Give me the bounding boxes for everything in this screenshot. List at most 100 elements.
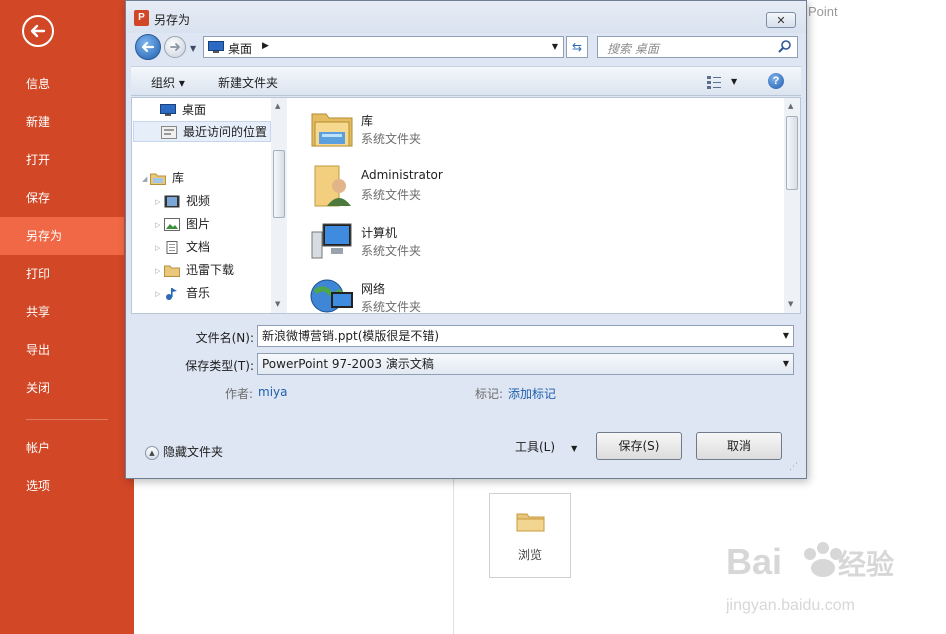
filetype-label: 保存类型(T):: [185, 359, 254, 373]
tools-dropdown-icon: ▼: [571, 444, 578, 453]
close-button[interactable]: ✕: [766, 12, 796, 28]
save-as-dialog: P 另存为 ✕ ▼ 桌面 ▶ ▼ ⇆ 搜索 桌面 组织 ▾ 新建文件夹 ▼ ? …: [125, 0, 807, 479]
back-button[interactable]: [135, 34, 161, 60]
filename-dropdown-icon[interactable]: ▼: [783, 326, 789, 346]
tree-item-desktop[interactable]: 桌面: [160, 100, 272, 121]
address-bar[interactable]: 桌面 ▶ ▼: [203, 36, 564, 58]
cancel-button[interactable]: 取消: [696, 432, 782, 460]
refresh-button[interactable]: ⇆: [566, 36, 588, 58]
tree-item-music[interactable]: 音乐: [164, 283, 210, 304]
breadcrumb-arrow-icon[interactable]: ▶: [262, 41, 269, 51]
tree-item-library[interactable]: 库: [150, 168, 184, 189]
tree-item-pictures[interactable]: 图片: [164, 214, 210, 235]
filetype-select[interactable]: PowerPoint 97-2003 演示文稿 ▼: [257, 353, 794, 375]
dialog-title: 另存为: [154, 13, 191, 27]
file-type: 系统文件夹: [361, 132, 422, 146]
file-item-computer[interactable]: 计算机 系统文件夹: [303, 214, 603, 268]
expand-chevron-icon[interactable]: ▷: [155, 267, 160, 275]
scroll-down-icon[interactable]: ▼: [275, 300, 280, 308]
navigation-tree: 桌面 最近访问的位置 ◢ 库 ▷ 视频 ▷ 图片 ▷ 文档 ▷ 迅雷下载 ▷ 音…: [132, 98, 286, 313]
nav-share[interactable]: 共享: [0, 293, 124, 331]
content-divider: [453, 478, 454, 634]
hide-folders-toggle[interactable]: ▲ 隐藏文件夹: [145, 443, 223, 460]
view-dropdown-icon[interactable]: ▼: [731, 77, 737, 86]
folder-icon: [516, 513, 545, 532]
expand-chevron-icon[interactable]: ◢: [142, 175, 147, 183]
browser-panes: 桌面 最近访问的位置 ◢ 库 ▷ 视频 ▷ 图片 ▷ 文档 ▷ 迅雷下载 ▷ 音…: [131, 97, 801, 314]
tree-scroll-thumb[interactable]: [273, 150, 285, 218]
search-box[interactable]: 搜索 桌面: [597, 36, 798, 58]
tree-item-thunder-downloads[interactable]: 迅雷下载: [164, 260, 234, 281]
filename-value[interactable]: 新浪微博营销.ppt(模版很是不错): [262, 329, 439, 343]
file-name: 计算机: [361, 226, 398, 240]
tree-item-videos[interactable]: 视频: [164, 191, 210, 212]
back-arrow-icon: [141, 41, 155, 53]
file-name: Administrator: [361, 168, 443, 182]
powerpoint-icon: P: [134, 10, 149, 26]
tags-label: 标记:: [475, 387, 504, 401]
desktop-icon: [160, 104, 176, 116]
tags-value[interactable]: 添加标记: [508, 385, 556, 402]
tree-label: 库: [172, 171, 185, 185]
filetype-dropdown-icon[interactable]: ▼: [783, 354, 789, 374]
file-type: 系统文件夹: [361, 188, 422, 202]
expand-chevron-icon[interactable]: ▷: [155, 290, 160, 298]
back-arrow-icon[interactable]: [22, 15, 54, 47]
file-list-scrollbar[interactable]: ▲ ▼: [784, 98, 800, 313]
backstage-sidebar: 信息 新建 打开 保存 另存为 打印 共享 导出 关闭 帐户 选项: [0, 0, 134, 634]
expand-chevron-icon[interactable]: ▷: [155, 244, 160, 252]
filename-field[interactable]: 新浪微博营销.ppt(模版很是不错) ▼: [257, 325, 794, 347]
expand-chevron-icon[interactable]: ▷: [155, 198, 160, 206]
tree-scrollbar[interactable]: ▲ ▼: [271, 98, 287, 313]
address-dropdown-icon[interactable]: ▼: [552, 42, 558, 51]
save-button[interactable]: 保存(S): [596, 432, 682, 460]
nav-save[interactable]: 保存: [0, 179, 124, 217]
tree-label: 文档: [186, 240, 211, 254]
nav-account[interactable]: 帐户: [0, 429, 124, 467]
filetype-value[interactable]: PowerPoint 97-2003 演示文稿: [262, 357, 434, 371]
help-icon[interactable]: ?: [768, 73, 784, 89]
tree-item-recent-places[interactable]: 最近访问的位置: [133, 121, 271, 142]
file-name: 网络: [361, 282, 386, 296]
computer-icon: [311, 223, 352, 259]
scroll-down-icon[interactable]: ▼: [788, 300, 793, 308]
forward-button[interactable]: [164, 36, 186, 58]
file-type: 系统文件夹: [361, 244, 422, 258]
nav-save-as[interactable]: 另存为: [0, 217, 124, 255]
music-icon: [166, 288, 177, 300]
browse-button[interactable]: 浏览: [489, 493, 571, 578]
nav-close[interactable]: 关闭: [0, 369, 124, 407]
nav-open[interactable]: 打开: [0, 141, 124, 179]
scroll-up-icon[interactable]: ▲: [788, 102, 793, 110]
download-icon: [164, 265, 180, 277]
file-item-library[interactable]: 库 系统文件夹: [303, 102, 603, 156]
organize-menu[interactable]: 组织 ▾: [151, 74, 185, 91]
file-item-network[interactable]: 网络 系统文件夹: [303, 270, 603, 313]
hide-folders-label: 隐藏文件夹: [163, 445, 224, 459]
recent-locations-dropdown[interactable]: ▼: [190, 44, 196, 53]
expand-chevron-icon[interactable]: ▷: [155, 221, 160, 229]
file-list: 库 系统文件夹 Administrator 系统文件夹 计算机 系统文件夹 网络…: [303, 98, 781, 313]
nav-info[interactable]: 信息: [0, 65, 124, 103]
resize-grip-icon[interactable]: ⋰: [789, 462, 798, 472]
tree-item-documents[interactable]: 文档: [164, 237, 210, 258]
library-icon: [150, 173, 166, 185]
nav-options[interactable]: 选项: [0, 467, 124, 505]
file-list-scroll-thumb[interactable]: [786, 116, 798, 190]
filename-label: 文件名(N):: [195, 331, 254, 345]
svg-text:jingyan.baidu.com: jingyan.baidu.com: [726, 597, 855, 614]
file-item-administrator[interactable]: Administrator 系统文件夹: [303, 158, 603, 212]
file-type: 系统文件夹: [361, 300, 422, 313]
nav-new[interactable]: 新建: [0, 103, 124, 141]
tools-menu[interactable]: 工具(L) ▼: [515, 438, 577, 455]
user-folder-icon: [314, 165, 351, 207]
view-options-icon[interactable]: [706, 75, 722, 89]
address-location[interactable]: 桌面: [228, 40, 252, 57]
author-value[interactable]: miya: [258, 385, 287, 399]
scroll-up-icon[interactable]: ▲: [275, 102, 280, 110]
nav-print[interactable]: 打印: [0, 255, 124, 293]
nav-export[interactable]: 导出: [0, 331, 124, 369]
search-icon[interactable]: [777, 39, 793, 55]
new-folder-button[interactable]: 新建文件夹: [218, 74, 278, 91]
tree-label: 音乐: [186, 286, 211, 300]
